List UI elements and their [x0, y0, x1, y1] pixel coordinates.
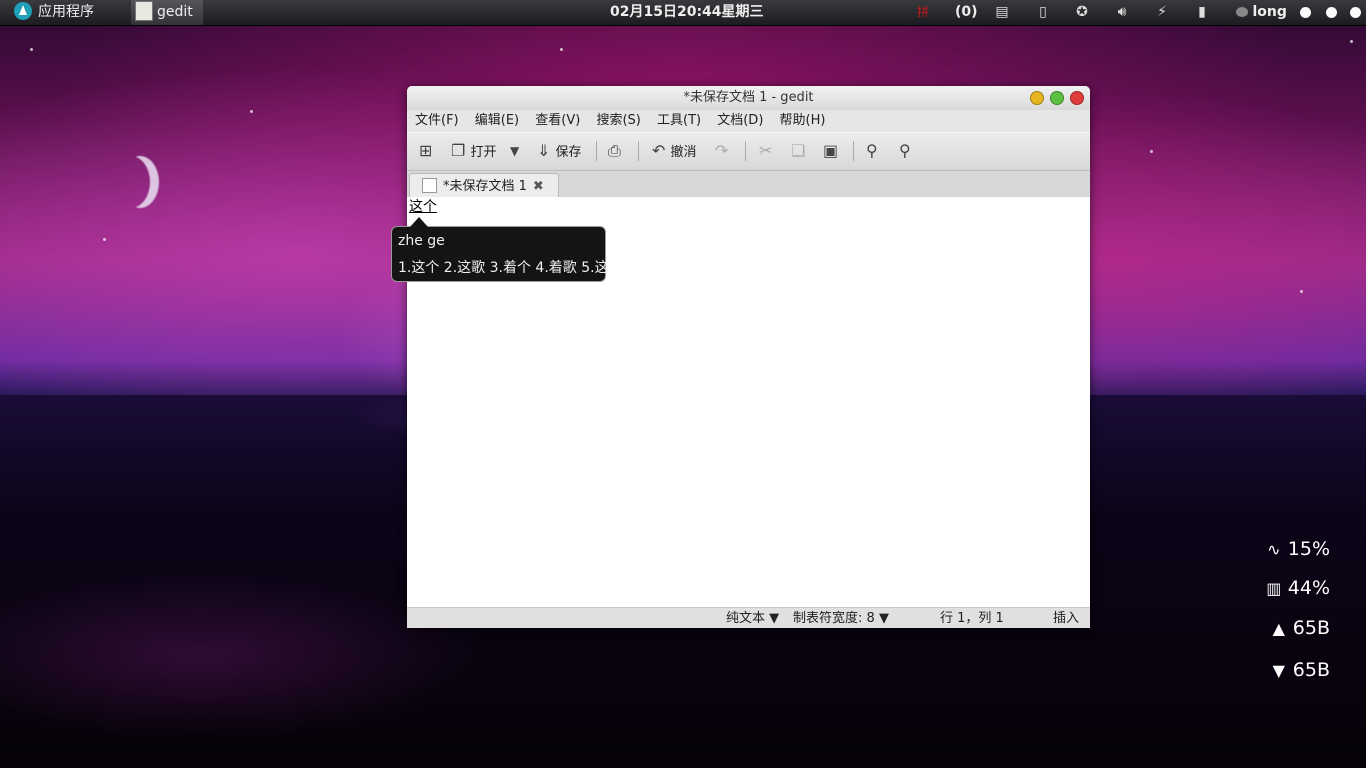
- menu-tools[interactable]: 工具(T): [657, 113, 701, 128]
- menu-search[interactable]: 搜索(S): [596, 113, 640, 128]
- keyboard-icon[interactable]: ▤: [994, 0, 1010, 25]
- network-icon[interactable]: ⚡︎: [1154, 0, 1170, 25]
- menu-help[interactable]: 帮助(H): [780, 113, 826, 128]
- taskbar-gedit-label: gedit: [157, 4, 193, 20]
- wallpaper-moon: [112, 156, 150, 208]
- memory-chip-icon: ▥: [1266, 579, 1282, 598]
- wallpaper-star: [1350, 40, 1353, 43]
- upload-monitor: ▲ 65B: [1269, 617, 1330, 639]
- volume-icon[interactable]: 🔊︎: [1114, 0, 1130, 25]
- tab-width-selector[interactable]: 制表符宽度: 8 ▼: [793, 608, 889, 628]
- redo-icon[interactable]: ↷: [715, 142, 728, 160]
- workspace-2-icon[interactable]: [1326, 0, 1337, 25]
- close-button[interactable]: [1070, 91, 1084, 105]
- tab-width-label: 制表符宽度:: [793, 611, 863, 626]
- print-icon[interactable]: ⎙: [608, 142, 621, 160]
- upload-arrow-icon: ▲: [1272, 619, 1285, 638]
- download-value: 65B: [1292, 659, 1330, 681]
- maximize-button[interactable]: [1050, 91, 1064, 105]
- open-label: 打开: [470, 145, 497, 160]
- menubar: 文件(F) 编辑(E) 查看(V) 搜索(S) 工具(T) 文档(D) 帮助(H…: [407, 110, 1090, 132]
- ime-candidate-popup: zhe ge 1.这个 2.这歌 3.着个 4.着歌 5.这: [391, 217, 609, 282]
- memory-monitor: ▥ 44%: [1264, 577, 1330, 599]
- applications-menu-label: 应用程序: [38, 4, 94, 20]
- download-monitor: ▼ 65B: [1269, 659, 1330, 681]
- cut-icon[interactable]: ✂: [759, 142, 772, 160]
- toolbar-separator: [745, 141, 746, 161]
- search-icon[interactable]: ⚲: [866, 142, 878, 160]
- gedit-window: *未保存文档 1 - gedit 文件(F) 编辑(E) 查看(V) 搜索(S)…: [407, 86, 1090, 628]
- new-document-icon[interactable]: ⊞: [419, 142, 432, 160]
- minimize-button[interactable]: [1030, 91, 1044, 105]
- tab-label: *未保存文档 1: [443, 179, 527, 194]
- language-selector[interactable]: 纯文本 ▼: [726, 608, 779, 628]
- open-button[interactable]: ❐ 打开: [451, 142, 497, 161]
- user-menu[interactable]: long: [1236, 0, 1287, 25]
- window-title: *未保存文档 1 - gedit: [683, 90, 814, 105]
- accessibility-icon[interactable]: ✪: [1074, 0, 1090, 25]
- chevron-down-icon: ▼: [878, 611, 889, 626]
- upload-value: 65B: [1292, 617, 1330, 639]
- save-label: 保存: [555, 145, 582, 160]
- ime-indicator[interactable]: 拼: [917, 0, 929, 25]
- wallpaper-star: [560, 48, 563, 51]
- editor-preedit-text: 这个: [409, 199, 437, 215]
- wallpaper-star: [250, 110, 253, 113]
- ime-pinyin-input: zhe ge: [398, 233, 445, 249]
- notification-count[interactable]: (0): [955, 0, 978, 25]
- workspace-3-icon[interactable]: [1350, 0, 1361, 25]
- cpu-activity-icon: ∿: [1267, 540, 1281, 559]
- applications-menu[interactable]: 应用程序: [14, 0, 94, 25]
- tab-unsaved-document-1[interactable]: *未保存文档 1 ✖: [409, 173, 559, 200]
- top-panel: 应用程序 gedit 02月15日20:44星期三 拼 (0) ▤ ▯ ✪ 🔊︎…: [0, 0, 1366, 26]
- menu-file[interactable]: 文件(F): [415, 113, 459, 128]
- download-arrow-icon: ▼: [1272, 661, 1285, 680]
- wallpaper-star: [1300, 290, 1303, 293]
- window-titlebar[interactable]: *未保存文档 1 - gedit: [407, 86, 1090, 110]
- toolbar: ⊞ ❐ 打开 ▼ ⇓ 保存 ⎙ ↶ 撤消 ↷ ✂ ❏ ▣ ⚲ ⚲: [407, 132, 1090, 171]
- gedit-app-icon: [135, 1, 153, 21]
- menu-view[interactable]: 查看(V): [535, 113, 580, 128]
- cpu-value: 15%: [1287, 538, 1330, 560]
- open-dropdown-icon[interactable]: ▼: [510, 142, 519, 160]
- document-icon: [422, 178, 437, 193]
- chevron-down-icon: ▼: [769, 611, 780, 626]
- menu-documents[interactable]: 文档(D): [717, 113, 763, 128]
- cursor-position: 行 1，列 1: [940, 611, 1004, 626]
- clipboard-icon[interactable]: ▯: [1035, 0, 1051, 25]
- toolbar-separator: [853, 141, 854, 161]
- paste-icon[interactable]: ▣: [823, 142, 838, 160]
- undo-label: 撤消: [670, 145, 697, 160]
- panel-clock[interactable]: 02月15日20:44星期三: [610, 0, 764, 25]
- language-label: 纯文本: [726, 611, 766, 626]
- taskbar-gedit[interactable]: gedit: [131, 0, 203, 25]
- applications-logo-icon: [14, 2, 32, 20]
- statusbar: 纯文本 ▼ 制表符宽度: 8 ▼ 行 1，列 1 插入: [407, 607, 1090, 628]
- copy-icon[interactable]: ❏: [791, 142, 805, 160]
- document-tabbar: *未保存文档 1 ✖: [407, 171, 1090, 200]
- toolbar-separator: [596, 141, 597, 161]
- wallpaper-star: [30, 48, 33, 51]
- cpu-monitor: ∿ 15%: [1264, 538, 1330, 560]
- user-status-icon: [1236, 7, 1248, 17]
- memory-value: 44%: [1287, 577, 1330, 599]
- wallpaper-star: [1150, 150, 1153, 153]
- menu-edit[interactable]: 编辑(E): [475, 113, 519, 128]
- insert-mode: 插入: [1053, 611, 1080, 626]
- user-name: long: [1252, 4, 1287, 20]
- tab-width-value: 8: [866, 611, 875, 626]
- wallpaper-star: [103, 238, 106, 241]
- save-button[interactable]: ⇓ 保存: [537, 142, 582, 161]
- workspace-1-icon[interactable]: [1300, 0, 1311, 25]
- battery-icon[interactable]: ▮: [1194, 0, 1210, 25]
- search-replace-icon[interactable]: ⚲: [899, 142, 911, 160]
- tab-close-icon[interactable]: ✖: [533, 179, 544, 194]
- toolbar-separator: [638, 141, 639, 161]
- undo-button[interactable]: ↶ 撤消: [652, 142, 697, 161]
- ime-candidate-list[interactable]: 1.这个 2.这歌 3.着个 4.着歌 5.这: [398, 257, 609, 277]
